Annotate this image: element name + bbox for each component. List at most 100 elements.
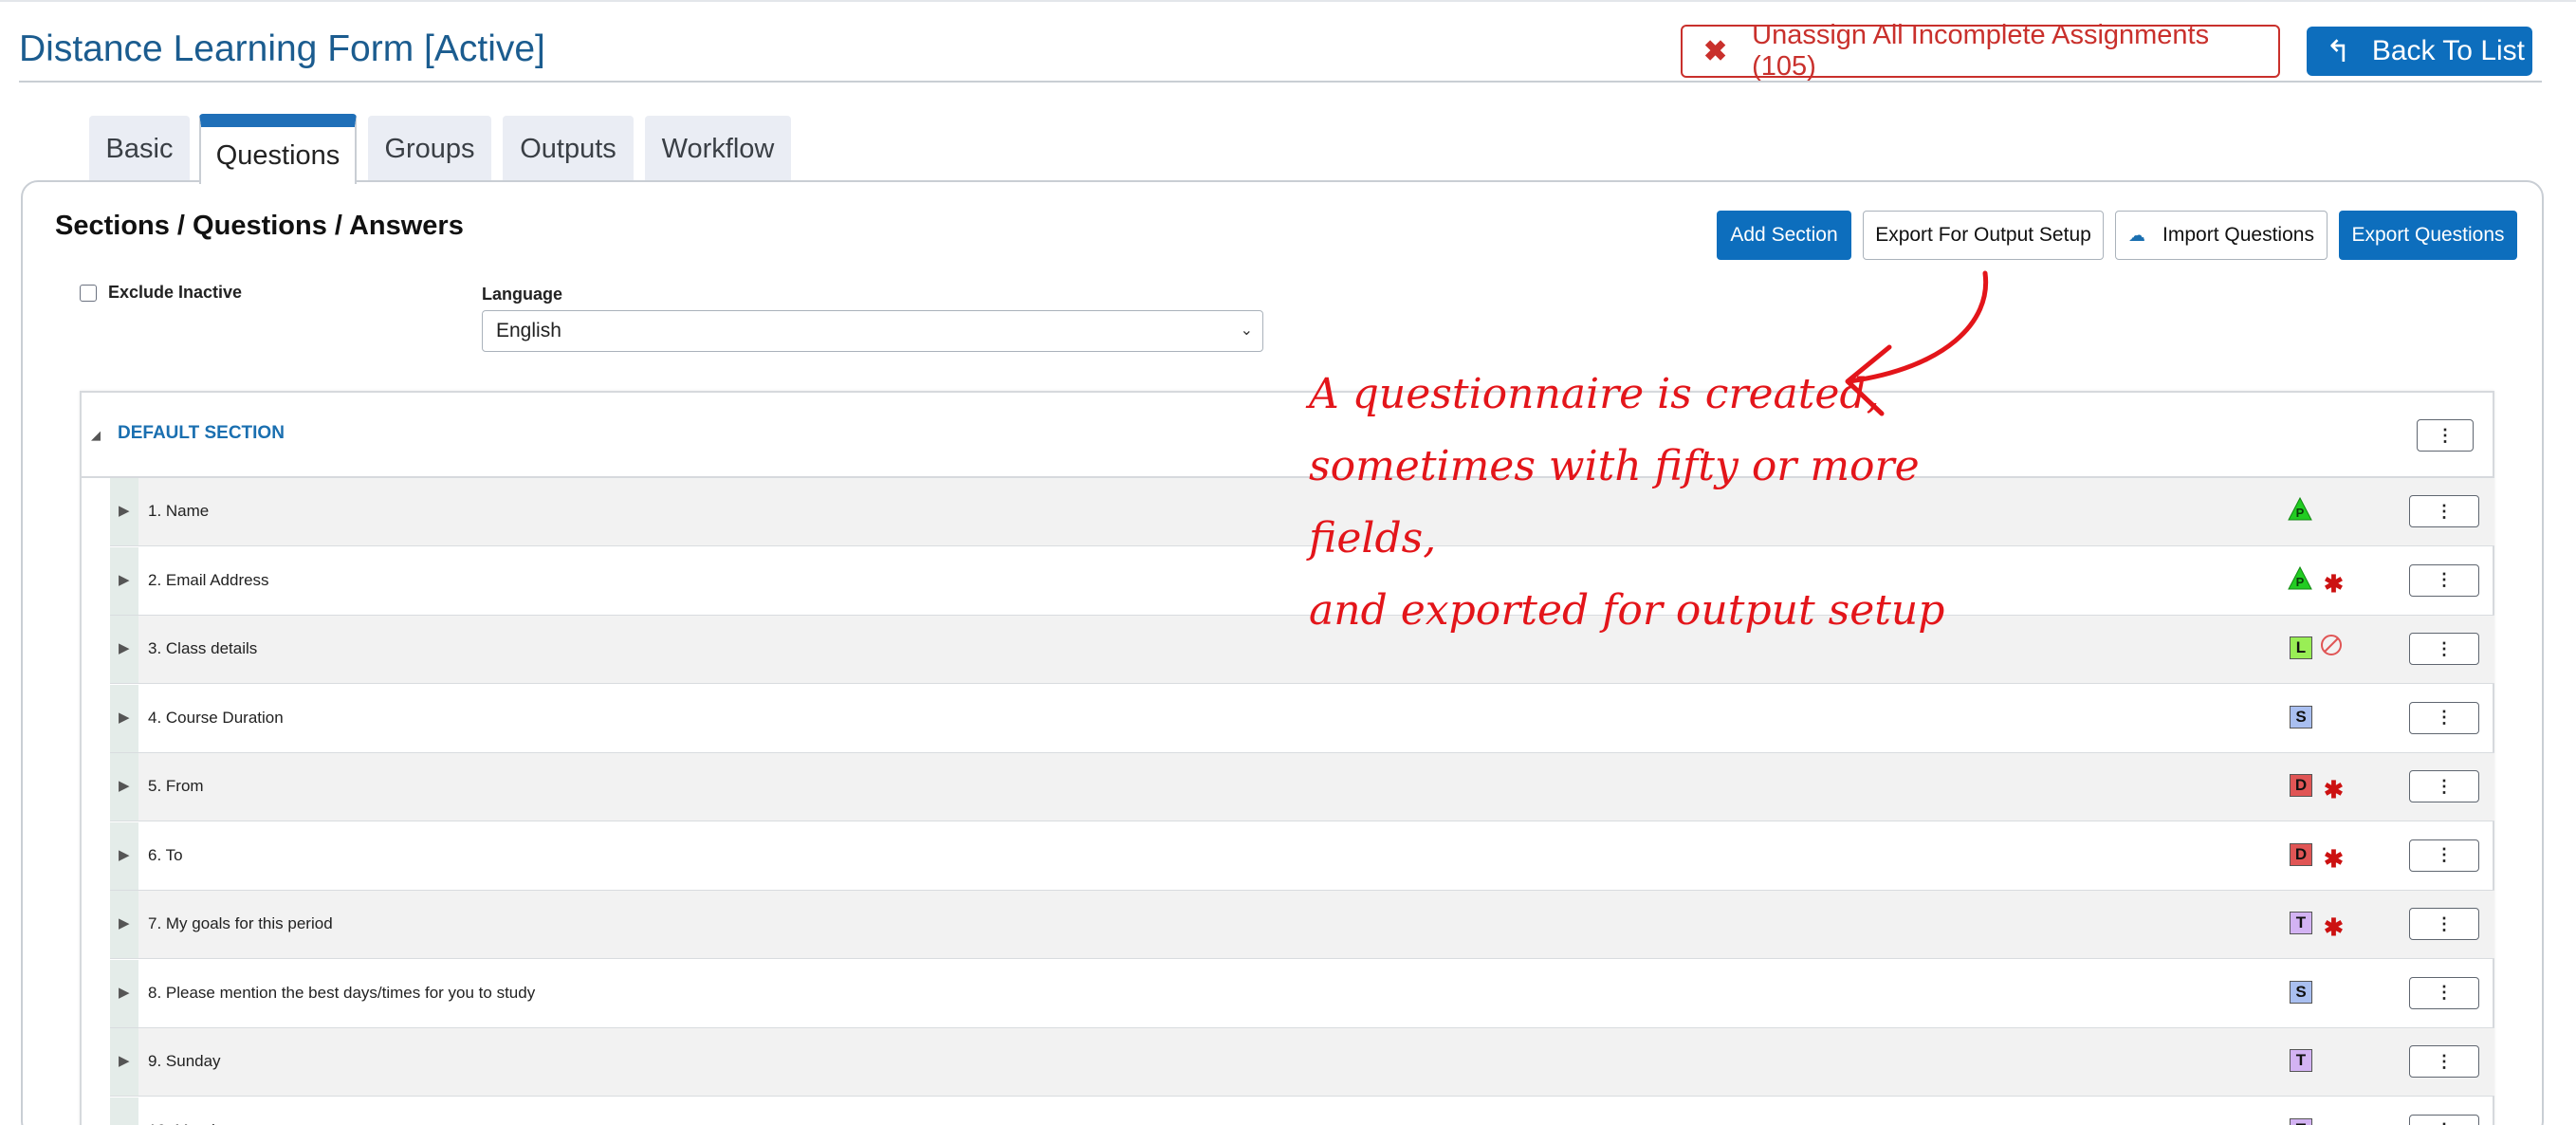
collapse-caret-icon[interactable]: ◢ xyxy=(91,428,101,443)
language-selected-value: English xyxy=(496,320,561,341)
section-menu-button[interactable]: ⋮ xyxy=(2417,419,2474,452)
question-text: 9. Sunday xyxy=(148,1052,221,1070)
chevron-down-icon: ⌄ xyxy=(1240,323,1253,339)
question-row[interactable]: ▶ 2. Email Address P ✱ ⋮ xyxy=(110,546,2494,616)
export-for-output-setup-button[interactable]: Export For Output Setup xyxy=(1863,211,2104,260)
expand-triangle-icon[interactable]: ▶ xyxy=(119,984,130,1001)
expand-triangle-icon[interactable]: ▶ xyxy=(119,846,130,863)
row-menu-button[interactable]: ⋮ xyxy=(2409,908,2479,940)
type-p-letter: P xyxy=(2296,575,2305,589)
type-p-icon: P xyxy=(2288,565,2312,589)
question-row[interactable]: ▶ 3. Class details L ⋮ xyxy=(110,616,2494,684)
type-d-icon: D xyxy=(2290,842,2312,866)
tab-groups[interactable]: Groups xyxy=(368,116,491,182)
back-to-list-label: Back To List xyxy=(2371,35,2526,66)
question-row[interactable]: ▶ 6. To D ✱ ⋮ xyxy=(110,821,2494,891)
export-questions-button[interactable]: Export Questions xyxy=(2339,211,2517,260)
type-p-letter: P xyxy=(2296,506,2305,520)
expand-triangle-icon[interactable]: ▶ xyxy=(119,1121,130,1125)
question-row[interactable]: ▶ 4. Course Duration S ⋮ xyxy=(110,684,2494,753)
row-menu-button[interactable]: ⋮ xyxy=(2409,839,2479,872)
question-text: 3. Class details xyxy=(148,639,258,657)
kebab-menu-icon: ⋮ xyxy=(2436,983,2453,1002)
annotation-line-2: sometimes with fifty or more fields, xyxy=(1309,442,1920,562)
question-row[interactable]: ▶ 9. Sunday T ⋮ xyxy=(110,1028,2494,1097)
kebab-menu-icon: ⋮ xyxy=(2436,638,2453,658)
back-to-list-button[interactable]: ↰ Back To List xyxy=(2307,27,2532,76)
type-d-icon: D xyxy=(2290,774,2312,797)
language-label: Language xyxy=(482,285,563,304)
asterisk-icon: ✱ xyxy=(2324,914,2344,941)
tab-questions[interactable]: Questions xyxy=(199,114,357,184)
import-questions-button[interactable]: ☁ Import Questions xyxy=(2115,211,2328,260)
section-row: ◢ DEFAULT SECTION ⋮ xyxy=(82,393,2493,478)
type-s-icon: S xyxy=(2290,980,2312,1004)
expand-triangle-icon[interactable]: ▶ xyxy=(119,639,130,656)
back-arrow-icon: ↰ xyxy=(2326,34,2351,68)
type-s-icon: S xyxy=(2290,705,2312,728)
exclude-inactive-label: Exclude Inactive xyxy=(108,283,243,302)
kebab-menu-icon: ⋮ xyxy=(2436,708,2453,727)
row-menu-button[interactable]: ⋮ xyxy=(2409,770,2479,802)
import-questions-label: Import Questions xyxy=(2162,224,2314,246)
question-text: 4. Course Duration xyxy=(148,708,284,727)
expand-triangle-icon[interactable]: ▶ xyxy=(119,914,130,931)
kebab-menu-icon: ⋮ xyxy=(2437,425,2454,445)
expand-triangle-icon[interactable]: ▶ xyxy=(119,502,130,519)
tab-basic[interactable]: Basic xyxy=(89,116,190,182)
row-menu-button[interactable]: ⋮ xyxy=(2409,563,2479,597)
kebab-menu-icon: ⋮ xyxy=(2436,845,2453,864)
question-row[interactable]: ▶ 5. From D ✱ ⋮ xyxy=(110,753,2494,821)
expand-triangle-icon[interactable]: ▶ xyxy=(119,777,130,794)
tab-workflow[interactable]: Workflow xyxy=(645,116,791,182)
exclude-inactive-control[interactable]: Exclude Inactive xyxy=(80,283,242,303)
asterisk-icon: ✱ xyxy=(2324,777,2344,803)
page-title: Distance Learning Form [Active] xyxy=(19,28,545,69)
expand-triangle-icon[interactable]: ▶ xyxy=(119,709,130,726)
row-menu-button[interactable]: ⋮ xyxy=(2409,701,2479,734)
question-text: 7. My goals for this period xyxy=(148,914,333,932)
question-row[interactable]: ▶ 8. Please mention the best days/times f… xyxy=(110,959,2494,1028)
ban-icon xyxy=(2321,635,2342,655)
kebab-menu-icon: ⋮ xyxy=(2436,501,2453,521)
tab-outputs[interactable]: Outputs xyxy=(503,116,634,182)
question-text: 2. Email Address xyxy=(148,570,269,589)
row-menu-button[interactable]: ⋮ xyxy=(2409,495,2479,527)
language-select[interactable]: English ⌄ xyxy=(482,310,1263,352)
row-menu-button[interactable]: ⋮ xyxy=(2409,1114,2479,1125)
question-text: 6. To xyxy=(148,845,183,864)
type-t-icon: T xyxy=(2290,1117,2312,1125)
annotation-line-3: and exported for output setup xyxy=(1309,586,1945,635)
kebab-menu-icon: ⋮ xyxy=(2436,1120,2453,1125)
type-p-icon: P xyxy=(2288,497,2312,521)
questions-table: ◢ DEFAULT SECTION ⋮ ▶ 1. Name P ⋮ ▶ 2. Email … xyxy=(80,391,2494,1125)
question-text: 5. From xyxy=(148,777,204,795)
type-t-icon: T xyxy=(2290,912,2312,934)
question-row[interactable]: ▶ 10. Monday T ⋮ xyxy=(110,1097,2494,1125)
question-text: 10. Monday xyxy=(148,1121,232,1125)
type-t-icon: T xyxy=(2290,1049,2312,1072)
close-icon: ✖ xyxy=(1703,35,1728,67)
exclude-inactive-checkbox[interactable] xyxy=(80,284,97,302)
expand-triangle-icon[interactable]: ▶ xyxy=(119,571,130,588)
asterisk-icon: ✱ xyxy=(2324,845,2344,873)
unassign-incomplete-label: Unassign All Incomplete Assignments (105… xyxy=(1752,20,2210,82)
top-border xyxy=(0,0,2576,2)
add-section-button[interactable]: Add Section xyxy=(1717,211,1851,260)
kebab-menu-icon: ⋮ xyxy=(2436,776,2453,796)
row-menu-button[interactable]: ⋮ xyxy=(2409,976,2479,1009)
question-text: 1. Name xyxy=(148,502,210,520)
question-text: 8. Please mention the best days/times fo… xyxy=(148,983,536,1002)
question-row[interactable]: ▶ 1. Name P ⋮ xyxy=(110,478,2494,546)
section-name[interactable]: DEFAULT SECTION xyxy=(118,423,285,444)
row-menu-button[interactable]: ⋮ xyxy=(2409,633,2479,665)
unassign-incomplete-button[interactable]: ✖ Unassign All Incomplete Assignments (1… xyxy=(1681,20,2280,82)
type-l-icon: L xyxy=(2290,636,2312,659)
panel-heading: Sections / Questions / Answers xyxy=(55,211,464,241)
cloud-upload-icon: ☁ xyxy=(2128,225,2146,245)
asterisk-icon: ✱ xyxy=(2324,570,2344,598)
question-row[interactable]: ▶ 7. My goals for this period T ✱ ⋮ xyxy=(110,891,2494,959)
expand-triangle-icon[interactable]: ▶ xyxy=(119,1052,130,1069)
row-menu-button[interactable]: ⋮ xyxy=(2409,1045,2479,1078)
kebab-menu-icon: ⋮ xyxy=(2436,913,2453,933)
